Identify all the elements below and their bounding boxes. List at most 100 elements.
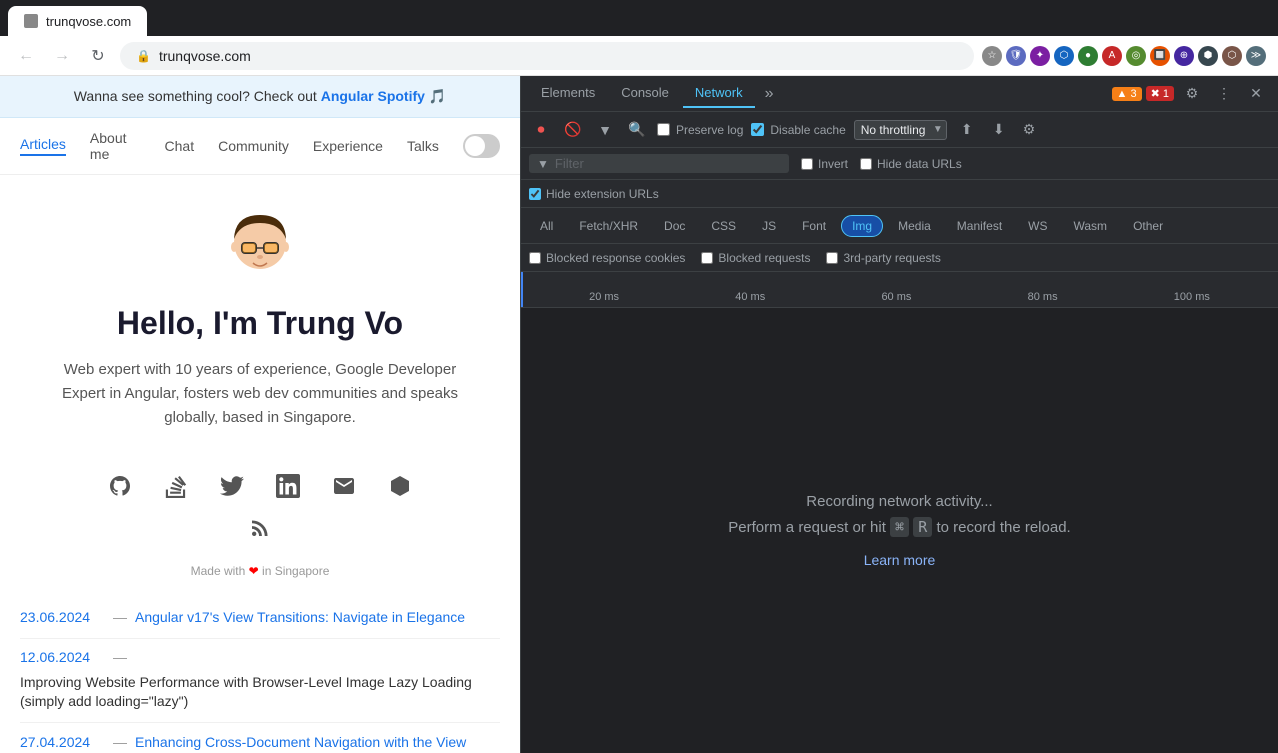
- search-button[interactable]: 🔍: [625, 118, 649, 142]
- ext-9[interactable]: ⬡: [1222, 46, 1242, 66]
- blocked-cookies-label[interactable]: Blocked response cookies: [529, 251, 685, 265]
- obsidian-icon[interactable]: [384, 470, 416, 502]
- active-tab[interactable]: trunqvose.com: [8, 6, 147, 36]
- back-button[interactable]: ←: [12, 42, 40, 70]
- address-bar[interactable]: 🔒 trunqvose.com: [120, 42, 974, 70]
- cmd-symbol: ⌘: [890, 517, 909, 537]
- linkedin-icon[interactable]: [272, 470, 304, 502]
- preserve-log-label[interactable]: Preserve log: [657, 123, 743, 137]
- tab-title: trunqvose.com: [46, 14, 131, 29]
- reload-button[interactable]: ↻: [84, 42, 112, 70]
- ext-4[interactable]: A: [1102, 46, 1122, 66]
- devtools-more-button[interactable]: ⋮: [1210, 80, 1238, 108]
- network-settings-icon[interactable]: ⚙: [1023, 121, 1036, 138]
- ext-1[interactable]: ✦: [1030, 46, 1050, 66]
- resource-btn-js[interactable]: JS: [751, 215, 787, 237]
- empty-state-line1: Recording network activity...: [806, 493, 992, 510]
- resource-btn-doc[interactable]: Doc: [653, 215, 696, 237]
- nav-about[interactable]: About me: [90, 130, 141, 162]
- timeline-label-20: 20 ms: [589, 291, 619, 303]
- ext-3[interactable]: ●: [1078, 46, 1098, 66]
- third-party-label[interactable]: 3rd-party requests: [826, 251, 940, 265]
- hide-data-urls-checkbox[interactable]: [860, 158, 872, 170]
- filter-input[interactable]: [555, 156, 781, 171]
- article-item: 23.06.2024 — Angular v17's View Transiti…: [20, 598, 500, 639]
- third-party-checkbox[interactable]: [826, 252, 838, 264]
- empty-state-line2: Perform a request or hit ⌘ R to record t…: [728, 518, 1070, 536]
- blocked-requests-label[interactable]: Blocked requests: [701, 251, 810, 265]
- ext-5[interactable]: ◎: [1126, 46, 1146, 66]
- clear-button[interactable]: 🚫: [561, 118, 585, 142]
- hide-extension-bar: Hide extension URLs: [521, 180, 1278, 208]
- more-tabs-button[interactable]: »: [757, 79, 782, 109]
- tab-network[interactable]: Network: [683, 79, 755, 108]
- browser-extensions: ☆ 🛡 ✦ ⬡ ● A ◎ 🔲 ⊕ ⬢ ⬡ ≫: [982, 46, 1266, 66]
- ext-2[interactable]: ⬡: [1054, 46, 1074, 66]
- hide-data-urls-label[interactable]: Hide data URLs: [860, 157, 962, 171]
- ext-bookmark[interactable]: ☆: [982, 46, 1002, 66]
- ext-7[interactable]: ⊕: [1174, 46, 1194, 66]
- hero-description: Web expert with 10 years of experience, …: [60, 358, 460, 430]
- rss-icon[interactable]: [244, 512, 276, 544]
- article-link-1[interactable]: Angular v17's View Transitions: Navigate…: [135, 608, 465, 628]
- ext-8[interactable]: ⬢: [1198, 46, 1218, 66]
- github-icon[interactable]: [104, 470, 136, 502]
- timeline-cursor: [521, 272, 523, 307]
- throttle-select[interactable]: No throttling: [854, 120, 947, 140]
- download-icon[interactable]: ⬇: [987, 118, 1011, 142]
- hide-extension-urls-checkbox[interactable]: [529, 188, 541, 200]
- record-button[interactable]: ⏺: [529, 118, 553, 142]
- resource-btn-manifest[interactable]: Manifest: [946, 215, 1013, 237]
- invert-checkbox[interactable]: [801, 158, 813, 170]
- nav-chat[interactable]: Chat: [165, 138, 195, 154]
- nav-experience[interactable]: Experience: [313, 138, 383, 154]
- forward-button[interactable]: →: [48, 42, 76, 70]
- blocked-requests-checkbox[interactable]: [701, 252, 713, 264]
- filter-button[interactable]: ▼: [593, 118, 617, 142]
- disable-cache-label[interactable]: Disable cache: [751, 123, 845, 137]
- article-link-3[interactable]: Enhancing Cross-Document Navigation with…: [135, 733, 466, 753]
- resource-btn-img[interactable]: Img: [841, 215, 883, 237]
- devtools-close-button[interactable]: ✕: [1242, 80, 1270, 108]
- article-date: 27.04.2024: [20, 734, 105, 750]
- nav-community[interactable]: Community: [218, 138, 289, 154]
- blocked-cookies-checkbox[interactable]: [529, 252, 541, 264]
- hide-extension-urls-label[interactable]: Hide extension URLs: [529, 187, 659, 201]
- ext-6[interactable]: 🔲: [1150, 46, 1170, 66]
- nav-articles[interactable]: Articles: [20, 136, 66, 156]
- disable-cache-checkbox[interactable]: [751, 123, 764, 136]
- article-date: 23.06.2024: [20, 609, 105, 625]
- resource-btn-media[interactable]: Media: [887, 215, 942, 237]
- resource-btn-wasm[interactable]: Wasm: [1063, 215, 1119, 237]
- resource-btn-other[interactable]: Other: [1122, 215, 1174, 237]
- upload-icon[interactable]: ⬆: [955, 118, 979, 142]
- tab-console[interactable]: Console: [609, 79, 681, 108]
- articles-list: 23.06.2024 — Angular v17's View Transiti…: [0, 598, 520, 753]
- empty-state: Recording network activity... Perform a …: [521, 308, 1278, 753]
- resource-btn-all[interactable]: All: [529, 215, 564, 237]
- filter-checkboxes: Invert Hide data URLs: [801, 157, 962, 171]
- announcement-link[interactable]: Angular Spotify 🎵: [321, 88, 447, 104]
- timeline-labels: 20 ms 40 ms 60 ms 80 ms 100 ms: [521, 291, 1278, 303]
- social-links: [0, 470, 520, 502]
- ext-overflow[interactable]: ≫: [1246, 46, 1266, 66]
- resource-btn-font[interactable]: Font: [791, 215, 837, 237]
- ext-shield[interactable]: 🛡: [1006, 46, 1026, 66]
- website-panel: Wanna see something cool? Check out Angu…: [0, 76, 520, 753]
- resource-btn-ws[interactable]: WS: [1017, 215, 1058, 237]
- resource-btn-fetch[interactable]: Fetch/XHR: [568, 215, 649, 237]
- resource-btn-css[interactable]: CSS: [700, 215, 747, 237]
- tab-elements[interactable]: Elements: [529, 79, 607, 108]
- devtools-settings-button[interactable]: ⚙: [1178, 80, 1206, 108]
- throttle-wrapper: No throttling ▼: [854, 120, 947, 140]
- nav-talks[interactable]: Talks: [407, 138, 439, 154]
- learn-more-link[interactable]: Learn more: [864, 552, 936, 568]
- preserve-log-checkbox[interactable]: [657, 123, 670, 136]
- email-icon[interactable]: [328, 470, 360, 502]
- dark-mode-toggle[interactable]: [463, 134, 500, 158]
- resource-type-filter: All Fetch/XHR Doc CSS JS Font Img Media …: [521, 208, 1278, 244]
- footer-text: Made with ❤ in Singapore: [0, 554, 520, 598]
- twitter-icon[interactable]: [216, 470, 248, 502]
- invert-label[interactable]: Invert: [801, 157, 848, 171]
- stackoverflow-icon[interactable]: [160, 470, 192, 502]
